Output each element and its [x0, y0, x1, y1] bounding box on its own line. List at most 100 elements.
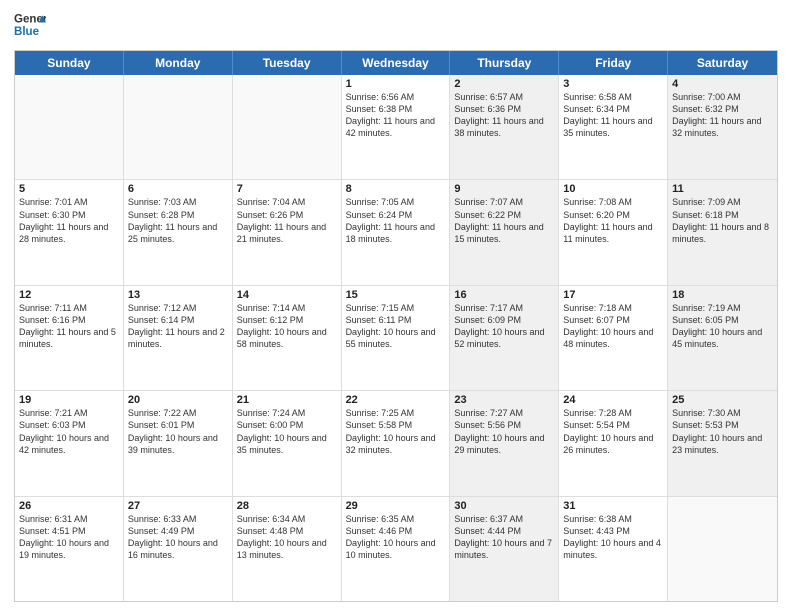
day-info: Sunrise: 7:07 AM Sunset: 6:22 PM Dayligh… — [454, 196, 554, 245]
day-number: 29 — [346, 500, 446, 512]
day-number: 13 — [128, 289, 228, 301]
day-number: 24 — [563, 394, 663, 406]
calendar-cell: 27Sunrise: 6:33 AM Sunset: 4:49 PM Dayli… — [124, 497, 233, 601]
day-info: Sunrise: 7:14 AM Sunset: 6:12 PM Dayligh… — [237, 302, 337, 351]
calendar-cell: 6Sunrise: 7:03 AM Sunset: 6:28 PM Daylig… — [124, 180, 233, 284]
calendar-cell — [233, 75, 342, 179]
day-info: Sunrise: 6:31 AM Sunset: 4:51 PM Dayligh… — [19, 513, 119, 562]
day-number: 10 — [563, 183, 663, 195]
calendar-cell — [15, 75, 124, 179]
calendar-cell — [668, 497, 777, 601]
day-number: 28 — [237, 500, 337, 512]
logo: General Blue — [14, 10, 46, 42]
calendar-cell: 2Sunrise: 6:57 AM Sunset: 6:36 PM Daylig… — [450, 75, 559, 179]
calendar-week-5: 26Sunrise: 6:31 AM Sunset: 4:51 PM Dayli… — [15, 497, 777, 601]
calendar-cell: 30Sunrise: 6:37 AM Sunset: 4:44 PM Dayli… — [450, 497, 559, 601]
calendar-cell: 15Sunrise: 7:15 AM Sunset: 6:11 PM Dayli… — [342, 286, 451, 390]
day-info: Sunrise: 7:24 AM Sunset: 6:00 PM Dayligh… — [237, 407, 337, 456]
day-number: 2 — [454, 78, 554, 90]
day-info: Sunrise: 7:27 AM Sunset: 5:56 PM Dayligh… — [454, 407, 554, 456]
day-info: Sunrise: 7:17 AM Sunset: 6:09 PM Dayligh… — [454, 302, 554, 351]
header-day-thursday: Thursday — [450, 51, 559, 75]
calendar-cell: 26Sunrise: 6:31 AM Sunset: 4:51 PM Dayli… — [15, 497, 124, 601]
calendar-cell: 3Sunrise: 6:58 AM Sunset: 6:34 PM Daylig… — [559, 75, 668, 179]
day-number: 20 — [128, 394, 228, 406]
calendar-cell: 4Sunrise: 7:00 AM Sunset: 6:32 PM Daylig… — [668, 75, 777, 179]
calendar-cell: 20Sunrise: 7:22 AM Sunset: 6:01 PM Dayli… — [124, 391, 233, 495]
calendar-cell: 5Sunrise: 7:01 AM Sunset: 6:30 PM Daylig… — [15, 180, 124, 284]
header-day-friday: Friday — [559, 51, 668, 75]
day-info: Sunrise: 7:09 AM Sunset: 6:18 PM Dayligh… — [672, 196, 773, 245]
day-number: 27 — [128, 500, 228, 512]
day-number: 15 — [346, 289, 446, 301]
header-day-sunday: Sunday — [15, 51, 124, 75]
day-number: 1 — [346, 78, 446, 90]
day-info: Sunrise: 6:37 AM Sunset: 4:44 PM Dayligh… — [454, 513, 554, 562]
day-info: Sunrise: 6:34 AM Sunset: 4:48 PM Dayligh… — [237, 513, 337, 562]
calendar-cell: 25Sunrise: 7:30 AM Sunset: 5:53 PM Dayli… — [668, 391, 777, 495]
day-info: Sunrise: 6:56 AM Sunset: 6:38 PM Dayligh… — [346, 91, 446, 140]
calendar-body: 1Sunrise: 6:56 AM Sunset: 6:38 PM Daylig… — [15, 75, 777, 601]
day-info: Sunrise: 7:05 AM Sunset: 6:24 PM Dayligh… — [346, 196, 446, 245]
calendar-cell: 11Sunrise: 7:09 AM Sunset: 6:18 PM Dayli… — [668, 180, 777, 284]
calendar-cell: 21Sunrise: 7:24 AM Sunset: 6:00 PM Dayli… — [233, 391, 342, 495]
calendar-cell: 1Sunrise: 6:56 AM Sunset: 6:38 PM Daylig… — [342, 75, 451, 179]
calendar-cell: 7Sunrise: 7:04 AM Sunset: 6:26 PM Daylig… — [233, 180, 342, 284]
header-day-tuesday: Tuesday — [233, 51, 342, 75]
day-info: Sunrise: 7:22 AM Sunset: 6:01 PM Dayligh… — [128, 407, 228, 456]
day-info: Sunrise: 7:01 AM Sunset: 6:30 PM Dayligh… — [19, 196, 119, 245]
calendar-cell: 29Sunrise: 6:35 AM Sunset: 4:46 PM Dayli… — [342, 497, 451, 601]
calendar-cell: 23Sunrise: 7:27 AM Sunset: 5:56 PM Dayli… — [450, 391, 559, 495]
calendar-cell: 12Sunrise: 7:11 AM Sunset: 6:16 PM Dayli… — [15, 286, 124, 390]
calendar-cell: 18Sunrise: 7:19 AM Sunset: 6:05 PM Dayli… — [668, 286, 777, 390]
day-number: 18 — [672, 289, 773, 301]
day-number: 11 — [672, 183, 773, 195]
day-info: Sunrise: 7:03 AM Sunset: 6:28 PM Dayligh… — [128, 196, 228, 245]
day-number: 25 — [672, 394, 773, 406]
day-number: 17 — [563, 289, 663, 301]
day-info: Sunrise: 6:58 AM Sunset: 6:34 PM Dayligh… — [563, 91, 663, 140]
page-header: General Blue — [14, 10, 778, 42]
day-info: Sunrise: 7:11 AM Sunset: 6:16 PM Dayligh… — [19, 302, 119, 351]
day-info: Sunrise: 6:35 AM Sunset: 4:46 PM Dayligh… — [346, 513, 446, 562]
day-number: 4 — [672, 78, 773, 90]
svg-text:Blue: Blue — [14, 26, 40, 38]
calendar-cell — [124, 75, 233, 179]
calendar-cell: 13Sunrise: 7:12 AM Sunset: 6:14 PM Dayli… — [124, 286, 233, 390]
day-info: Sunrise: 7:28 AM Sunset: 5:54 PM Dayligh… — [563, 407, 663, 456]
calendar: SundayMondayTuesdayWednesdayThursdayFrid… — [14, 50, 778, 602]
day-number: 9 — [454, 183, 554, 195]
calendar-cell: 31Sunrise: 6:38 AM Sunset: 4:43 PM Dayli… — [559, 497, 668, 601]
day-number: 8 — [346, 183, 446, 195]
day-info: Sunrise: 7:08 AM Sunset: 6:20 PM Dayligh… — [563, 196, 663, 245]
day-number: 6 — [128, 183, 228, 195]
day-number: 19 — [19, 394, 119, 406]
day-info: Sunrise: 7:15 AM Sunset: 6:11 PM Dayligh… — [346, 302, 446, 351]
day-info: Sunrise: 7:00 AM Sunset: 6:32 PM Dayligh… — [672, 91, 773, 140]
day-info: Sunrise: 7:30 AM Sunset: 5:53 PM Dayligh… — [672, 407, 773, 456]
day-number: 30 — [454, 500, 554, 512]
calendar-cell: 22Sunrise: 7:25 AM Sunset: 5:58 PM Dayli… — [342, 391, 451, 495]
header-day-wednesday: Wednesday — [342, 51, 451, 75]
day-info: Sunrise: 6:33 AM Sunset: 4:49 PM Dayligh… — [128, 513, 228, 562]
day-number: 16 — [454, 289, 554, 301]
calendar-cell: 8Sunrise: 7:05 AM Sunset: 6:24 PM Daylig… — [342, 180, 451, 284]
calendar-week-4: 19Sunrise: 7:21 AM Sunset: 6:03 PM Dayli… — [15, 391, 777, 496]
calendar-cell: 24Sunrise: 7:28 AM Sunset: 5:54 PM Dayli… — [559, 391, 668, 495]
calendar-cell: 16Sunrise: 7:17 AM Sunset: 6:09 PM Dayli… — [450, 286, 559, 390]
day-number: 21 — [237, 394, 337, 406]
day-number: 22 — [346, 394, 446, 406]
calendar-cell: 10Sunrise: 7:08 AM Sunset: 6:20 PM Dayli… — [559, 180, 668, 284]
calendar-cell: 9Sunrise: 7:07 AM Sunset: 6:22 PM Daylig… — [450, 180, 559, 284]
day-info: Sunrise: 7:21 AM Sunset: 6:03 PM Dayligh… — [19, 407, 119, 456]
day-number: 31 — [563, 500, 663, 512]
calendar-header: SundayMondayTuesdayWednesdayThursdayFrid… — [15, 51, 777, 75]
header-day-monday: Monday — [124, 51, 233, 75]
day-info: Sunrise: 6:38 AM Sunset: 4:43 PM Dayligh… — [563, 513, 663, 562]
day-info: Sunrise: 7:19 AM Sunset: 6:05 PM Dayligh… — [672, 302, 773, 351]
calendar-week-3: 12Sunrise: 7:11 AM Sunset: 6:16 PM Dayli… — [15, 286, 777, 391]
day-number: 23 — [454, 394, 554, 406]
day-number: 7 — [237, 183, 337, 195]
day-number: 26 — [19, 500, 119, 512]
day-number: 3 — [563, 78, 663, 90]
